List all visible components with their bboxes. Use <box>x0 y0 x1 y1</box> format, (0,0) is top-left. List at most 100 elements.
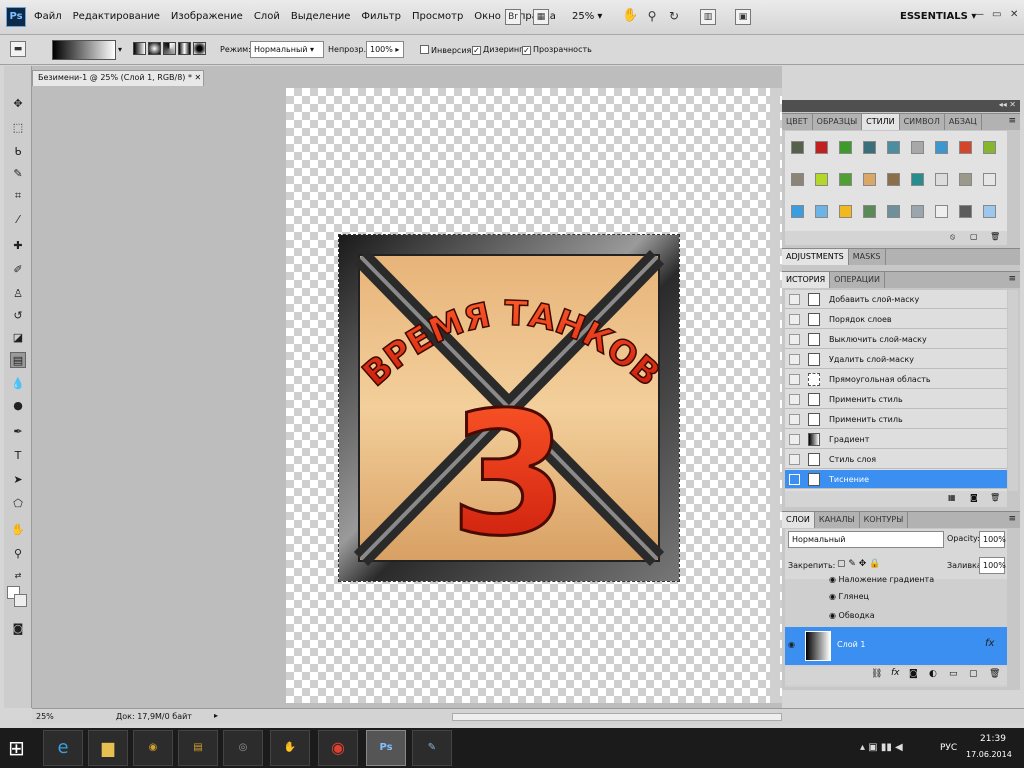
mode-select[interactable]: Нормальный ▾ <box>250 41 324 58</box>
effect-row[interactable]: ◉ Обводка <box>829 611 875 620</box>
fx-icon[interactable]: fx <box>985 638 994 649</box>
layer-name[interactable]: Слой 1 <box>837 640 865 649</box>
tab-masks[interactable]: MASKS <box>849 249 886 265</box>
tab-character[interactable]: СИМВОЛ <box>900 114 945 130</box>
blend-mode-select[interactable]: Нормальный <box>788 531 944 548</box>
style-swatch[interactable] <box>839 141 852 154</box>
collapse-panels-icon[interactable]: ◂◂ ✕ <box>999 100 1016 109</box>
tab-paragraph[interactable]: АБЗАЦ <box>945 114 982 130</box>
history-item[interactable]: Применить стиль <box>785 410 1007 429</box>
transparency-checkbox[interactable]: ✓ Прозрачность <box>522 45 592 55</box>
linear-gradient-icon[interactable] <box>133 42 146 55</box>
background-color[interactable] <box>14 594 27 607</box>
style-swatch[interactable] <box>983 173 996 186</box>
dither-checkbox[interactable]: ✓ Дизеринг <box>472 45 523 55</box>
delete-style-icon[interactable]: 🗑 <box>990 232 1000 241</box>
new-layer-icon[interactable]: ▢ <box>969 669 978 679</box>
tab-actions[interactable]: ОПЕРАЦИИ <box>830 272 885 288</box>
windows-start-icon[interactable]: ⊞ <box>8 736 25 760</box>
menu-select[interactable]: Выделение <box>291 11 351 22</box>
delete-state-icon[interactable]: 🗑 <box>990 493 1000 502</box>
style-swatch[interactable] <box>791 141 804 154</box>
style-swatch[interactable] <box>839 173 852 186</box>
move-tool-icon[interactable]: ✥ <box>10 96 26 112</box>
style-swatch[interactable] <box>839 205 852 218</box>
paint-icon[interactable]: ✎ <box>412 730 452 766</box>
style-swatch[interactable] <box>863 205 876 218</box>
tab-styles[interactable]: СТИЛИ <box>862 114 900 130</box>
blur-tool-icon[interactable]: 💧 <box>10 376 26 392</box>
style-swatch[interactable] <box>887 173 900 186</box>
menu-image[interactable]: Изображение <box>171 11 243 22</box>
crop-tool-icon[interactable]: ⌗ <box>10 188 26 204</box>
style-swatch[interactable] <box>815 205 828 218</box>
style-swatch[interactable] <box>863 141 876 154</box>
eye-icon[interactable]: ◉ <box>829 575 836 584</box>
hand-icon[interactable]: ✋ <box>622 9 638 25</box>
bridge-icon[interactable]: Br <box>505 9 521 25</box>
maximize-icon[interactable]: ▭ <box>992 9 1001 20</box>
minimize-icon[interactable]: — <box>974 9 984 20</box>
notes-icon[interactable]: ▤ <box>178 730 218 766</box>
add-style-icon[interactable]: fx <box>891 668 900 678</box>
new-group-icon[interactable]: ▭ <box>949 669 958 679</box>
zoom-icon[interactable]: ⚲ <box>644 9 660 25</box>
effect-row[interactable]: ◉ Наложение градиента <box>829 575 999 587</box>
dodge-tool-icon[interactable]: ● <box>10 398 26 414</box>
pen-tool-icon[interactable]: ✒ <box>10 424 26 440</box>
style-swatch[interactable] <box>983 141 996 154</box>
status-arrow-icon[interactable]: ▸ <box>214 711 218 720</box>
tab-color[interactable]: ЦВЕТ <box>782 114 813 130</box>
chrome-icon[interactable]: ◉ <box>318 730 358 766</box>
eyedropper-tool-icon[interactable]: ⁄ <box>10 212 26 228</box>
lasso-tool-icon[interactable]: ᑲ <box>10 144 26 160</box>
menu-window[interactable]: Окно <box>474 11 501 22</box>
layer-row-selected[interactable]: ◉ Слой 1 fx <box>785 627 1007 665</box>
link-layers-icon[interactable]: ⛓ <box>871 669 882 679</box>
style-swatch[interactable] <box>791 173 804 186</box>
canvas[interactable]: ВРЕМЯ ТАНКОВ 3 <box>286 88 782 703</box>
gradient-tool-preset-icon[interactable]: ▬ <box>10 41 26 57</box>
snapshot-icon[interactable]: ◙ <box>970 493 978 502</box>
status-zoom[interactable]: 25% <box>36 712 54 721</box>
tab-swatches[interactable]: ОБРАЗЦЫ <box>813 114 863 130</box>
close-icon[interactable]: ✕ <box>1010 9 1018 20</box>
app-icon[interactable]: ◉ <box>133 730 173 766</box>
horizontal-scrollbar[interactable] <box>452 713 782 721</box>
quick-select-tool-icon[interactable]: ✎ <box>10 166 26 182</box>
history-item[interactable]: Стиль слоя <box>785 450 1007 469</box>
eye-icon[interactable]: ◉ <box>829 592 836 601</box>
mini-bridge-icon[interactable]: ▦ <box>533 9 549 25</box>
language-indicator[interactable]: РУС <box>940 743 957 753</box>
eraser-tool-icon[interactable]: ◪ <box>10 330 26 346</box>
type-tool-icon[interactable]: T <box>10 448 26 464</box>
style-swatch[interactable] <box>863 173 876 186</box>
menu-file[interactable]: Файл <box>34 11 62 22</box>
zoom-tool-icon[interactable]: ⚲ <box>10 546 26 562</box>
path-select-tool-icon[interactable]: ➤ <box>10 472 26 488</box>
adjustment-layer-icon[interactable]: ◐ <box>929 669 937 679</box>
style-swatch[interactable] <box>911 205 924 218</box>
style-swatch[interactable] <box>959 173 972 186</box>
swap-colors-icon[interactable]: ⇄ <box>10 568 26 584</box>
style-swatch[interactable] <box>959 205 972 218</box>
style-swatch[interactable] <box>959 141 972 154</box>
rotate-icon[interactable]: ↻ <box>666 9 682 25</box>
angle-gradient-icon[interactable] <box>163 42 176 55</box>
history-item[interactable]: Градиент <box>785 430 1007 449</box>
layer-opacity-input[interactable]: 100% <box>979 531 1006 548</box>
lock-icons[interactable]: ▢ ✎ ✥ 🔒 <box>837 559 880 569</box>
radial-gradient-icon[interactable] <box>148 42 161 55</box>
style-swatch[interactable] <box>911 173 924 186</box>
menu-edit[interactable]: Редактирование <box>73 11 160 22</box>
quick-mask-icon[interactable]: ◙ <box>10 621 26 637</box>
reflected-gradient-icon[interactable] <box>178 42 191 55</box>
clear-style-icon[interactable]: ⦸ <box>950 232 955 242</box>
document-tab[interactable]: Безимени-1 @ 25% (Слой 1, RGB/8) * ✕ <box>32 70 204 86</box>
hand-tool-icon[interactable]: ✋ <box>10 522 26 538</box>
marquee-tool-icon[interactable]: ⬚ <box>10 120 26 136</box>
delete-layer-icon[interactable]: 🗑 <box>989 669 1000 679</box>
panel-menu-icon[interactable]: ≡ <box>1008 116 1016 126</box>
clone-stamp-tool-icon[interactable]: ♙ <box>10 286 26 302</box>
tab-layers[interactable]: СЛОИ <box>782 512 815 528</box>
